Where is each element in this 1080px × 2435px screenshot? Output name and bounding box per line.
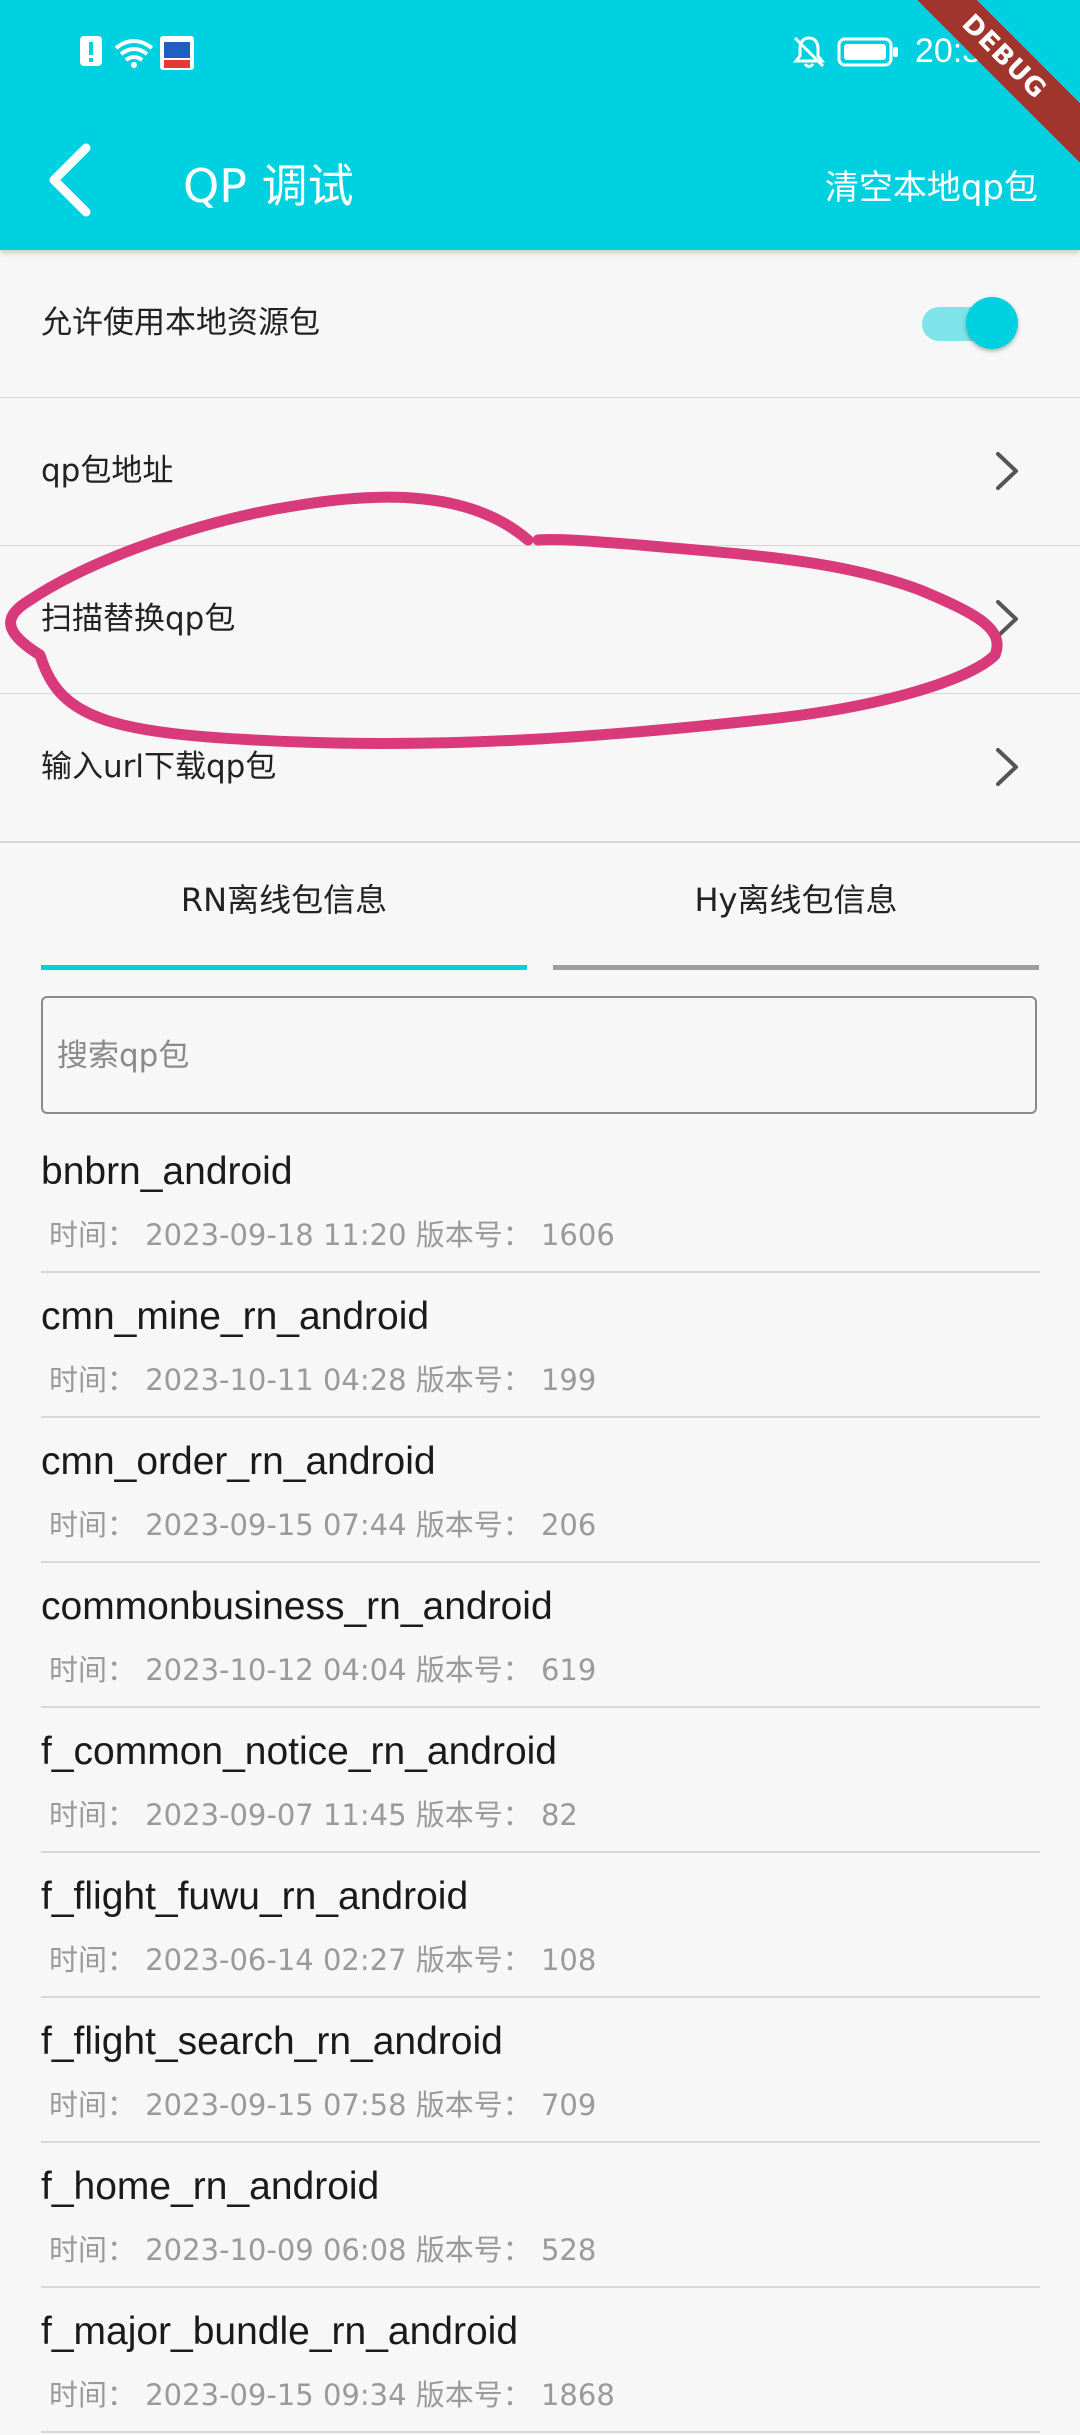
package-meta: 时间： 2023-09-18 11:20 版本号： 1606 bbox=[49, 1218, 615, 1252]
setting-label: 允许使用本地资源包 bbox=[41, 305, 320, 341]
battery-icon bbox=[837, 37, 898, 66]
package-name: f_common_notice_rn_android bbox=[41, 1730, 557, 1773]
qp-address-row[interactable]: qp包地址 bbox=[0, 398, 1080, 547]
toggle-knob bbox=[966, 297, 1018, 349]
allow-local-package-toggle[interactable] bbox=[922, 295, 1018, 351]
clear-local-qp-button[interactable]: 清空本地qp包 bbox=[825, 160, 1038, 209]
chevron-right-icon bbox=[996, 452, 1018, 490]
package-name: f_major_bundle_rn_android bbox=[41, 2310, 519, 2353]
package-list: bnbrn_android 时间： 2023-09-18 11:20 版本号： … bbox=[41, 1130, 1040, 2435]
package-name: cmn_mine_rn_android bbox=[41, 1295, 430, 1338]
bell-muted-icon bbox=[792, 35, 826, 68]
app-bar: 20:32 DEBUG QP 调试 清空本地qp包 bbox=[0, 0, 1080, 250]
url-download-qp-row[interactable]: 输入url下载qp包 bbox=[0, 694, 1080, 843]
list-item[interactable]: f_home_rn_android 时间： 2023-10-09 06:08 版… bbox=[41, 2145, 1040, 2288]
tab-indicator-active bbox=[41, 965, 527, 970]
page-title: QP 调试 bbox=[183, 159, 354, 213]
list-item[interactable]: commonbusiness_rn_android 时间： 2023-10-12… bbox=[41, 1565, 1040, 1708]
list-item[interactable]: f_common_notice_rn_android 时间： 2023-09-0… bbox=[41, 1710, 1040, 1853]
search-box bbox=[41, 996, 1037, 1114]
back-arrow-icon[interactable] bbox=[40, 140, 100, 220]
package-tabs: RN离线包信息 Hy离线包信息 bbox=[41, 850, 1040, 970]
chevron-right-icon bbox=[996, 748, 1018, 786]
tab-label: RN离线包信息 bbox=[180, 881, 388, 919]
status-left-icons bbox=[78, 34, 198, 74]
tab-indicator-inactive bbox=[553, 965, 1039, 970]
package-name: f_home_rn_android bbox=[41, 2165, 380, 2208]
status-bar: 20:32 DEBUG bbox=[0, 0, 1080, 164]
list-item[interactable]: f_major_bundle_rn_android 时间： 2023-09-15… bbox=[41, 2290, 1040, 2433]
tab-hy-offline[interactable]: Hy离线包信息 bbox=[553, 850, 1039, 970]
scan-replace-qp-row[interactable]: 扫描替换qp包 bbox=[0, 546, 1080, 695]
setting-label: 输入url下载qp包 bbox=[41, 749, 277, 785]
package-meta: 时间： 2023-09-15 09:34 版本号： 1868 bbox=[49, 2378, 615, 2412]
package-meta: 时间： 2023-10-12 04:04 版本号： 619 bbox=[49, 1653, 597, 1687]
setting-label: 扫描替换qp包 bbox=[41, 601, 236, 637]
tab-rn-offline[interactable]: RN离线包信息 bbox=[41, 850, 527, 970]
allow-local-package-row[interactable]: 允许使用本地资源包 bbox=[0, 250, 1080, 399]
list-item[interactable]: cmn_order_rn_android 时间： 2023-09-15 07:4… bbox=[41, 1420, 1040, 1563]
package-meta: 时间： 2023-10-09 06:08 版本号： 528 bbox=[49, 2233, 597, 2267]
debug-banner: DEBUG bbox=[897, 0, 1080, 164]
setting-label: qp包地址 bbox=[41, 453, 174, 489]
package-name: bnbrn_android bbox=[41, 1150, 293, 1193]
package-meta: 时间： 2023-06-14 02:27 版本号： 108 bbox=[49, 1943, 597, 1977]
list-item[interactable]: cmn_mine_rn_android 时间： 2023-10-11 04:28… bbox=[41, 1275, 1040, 1418]
list-item[interactable]: f_flight_search_rn_android 时间： 2023-09-1… bbox=[41, 2000, 1040, 2143]
chevron-right-icon bbox=[996, 600, 1018, 638]
package-name: cmn_order_rn_android bbox=[41, 1440, 436, 1483]
list-item[interactable]: bnbrn_android 时间： 2023-09-18 11:20 版本号： … bbox=[41, 1130, 1040, 1273]
package-meta: 时间： 2023-09-15 07:58 版本号： 709 bbox=[49, 2088, 597, 2122]
package-name: f_flight_search_rn_android bbox=[41, 2020, 503, 2063]
package-name: commonbusiness_rn_android bbox=[41, 1585, 553, 1628]
search-input[interactable] bbox=[55, 998, 1019, 1114]
list-item[interactable]: f_flight_fuwu_rn_android 时间： 2023-06-14 … bbox=[41, 1855, 1040, 1998]
package-meta: 时间： 2023-09-07 11:45 版本号： 82 bbox=[49, 1798, 578, 1832]
tab-label: Hy离线包信息 bbox=[694, 881, 898, 919]
package-meta: 时间： 2023-10-11 04:28 版本号： 199 bbox=[49, 1363, 597, 1397]
package-meta: 时间： 2023-09-15 07:44 版本号： 206 bbox=[49, 1508, 597, 1542]
notification-icons bbox=[80, 36, 194, 70]
package-name: f_flight_fuwu_rn_android bbox=[41, 1875, 469, 1918]
